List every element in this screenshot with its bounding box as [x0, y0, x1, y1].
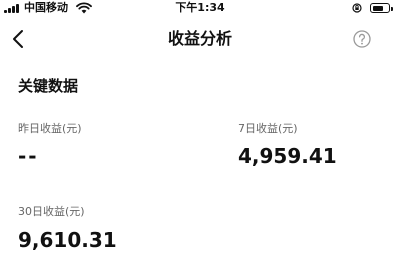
- screen: 中国移动 下午1:34 收益分析 关键数据 昨日收益(元) -- 7日收益(元)…: [0, 0, 400, 272]
- page-title: 收益分析: [167, 29, 232, 48]
- thirty-day-earnings-value: 9,610.31: [18, 228, 117, 252]
- seven-day-earnings-label: 7日收益(元): [238, 122, 298, 135]
- rotation-lock-icon: [352, 3, 362, 13]
- seven-day-earnings-value: 4,959.41: [238, 144, 337, 168]
- status-bar: 中国移动 下午1:34: [0, 0, 400, 16]
- nav-bar: 收益分析: [0, 20, 400, 58]
- battery-icon: [370, 3, 393, 13]
- thirty-day-earnings-label: 30日收益(元): [18, 205, 85, 218]
- section-title: 关键数据: [18, 77, 79, 95]
- status-time: 下午1:34: [175, 1, 225, 14]
- yesterday-earnings-label: 昨日收益(元): [18, 122, 82, 135]
- question-circle-icon[interactable]: [352, 29, 372, 49]
- yesterday-earnings-value: --: [18, 144, 39, 168]
